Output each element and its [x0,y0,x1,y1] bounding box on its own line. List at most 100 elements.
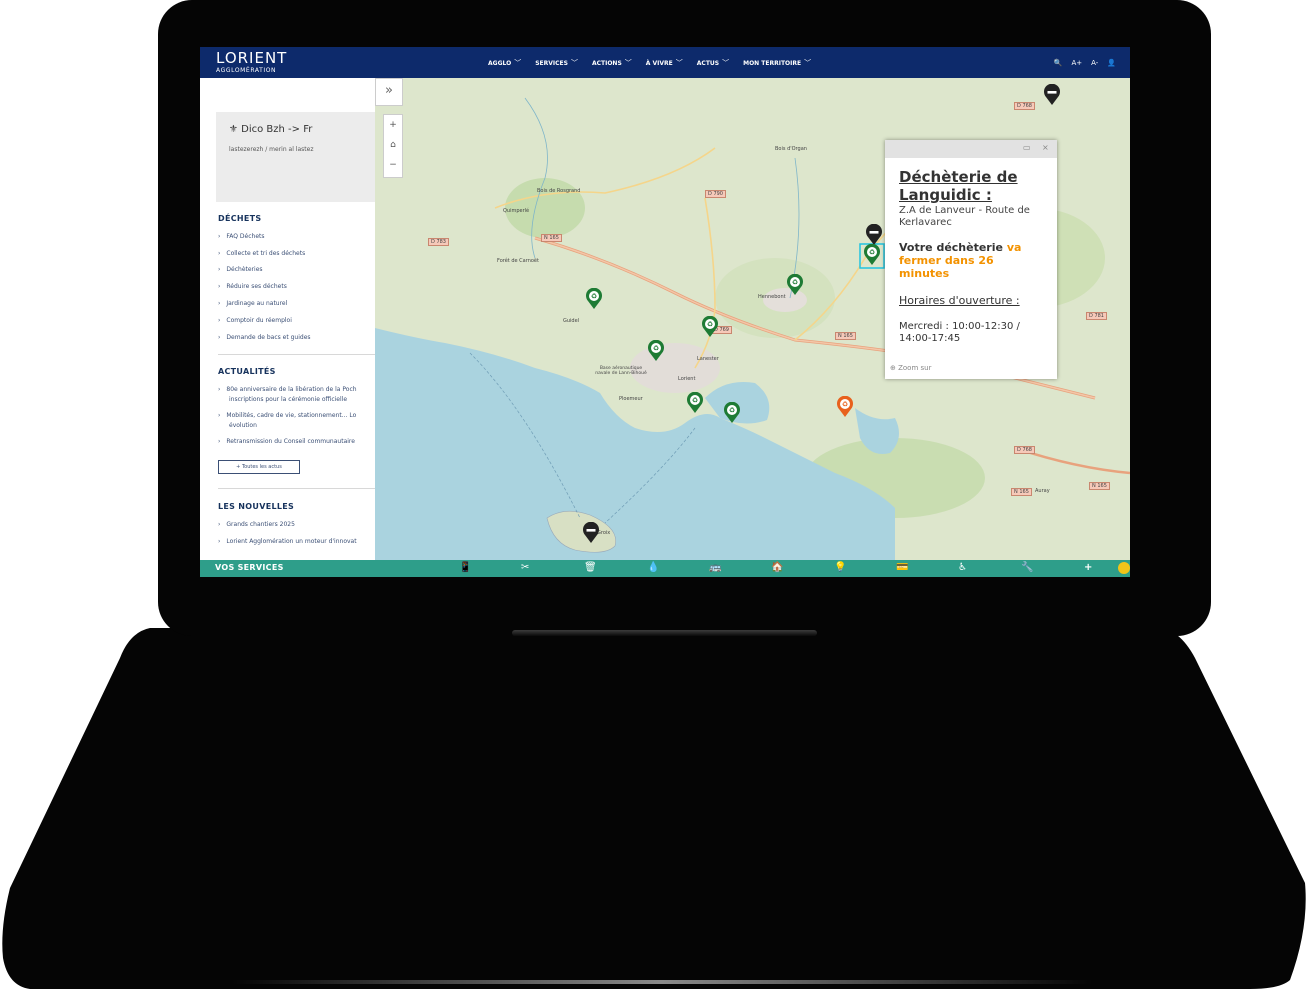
recycling-marker-icon[interactable]: ♻ [723,402,741,424]
chevron-right-icon: › [218,521,221,528]
chevron-right-icon: › [218,386,221,393]
site-logo[interactable]: LORIENT AGGLOMÉRATION [216,51,287,75]
road-label: D 781 [1086,312,1107,320]
bus-icon[interactable]: 🚌 [709,562,721,574]
svg-text:♻: ♻ [692,397,698,405]
status-prefix: Votre déchèterie [899,241,1003,254]
bulb-icon[interactable]: 💡 [834,562,846,574]
link-label: Retransmission du Conseil communautaire [226,438,355,445]
mobile-icon[interactable]: 📱 [459,562,471,574]
dico-subtitle: lastezerezh / merin al lastez [229,146,314,153]
popup-status: Votre déchèterie va fermer dans 26 minut… [899,241,1043,280]
chevron-right-icon: › [218,538,221,545]
map-place-label: Auray [1035,488,1050,494]
nav-item-mon-territoire[interactable]: MON TERRITOIRE ﹀ [743,58,811,68]
chevron-right-icon: › [218,250,221,257]
chat-bubble-icon[interactable] [1118,562,1130,574]
section-title-dechets: DÉCHETS [218,214,262,223]
news-link-cont[interactable]: évolution [229,422,257,429]
chevron-right-icon: › [218,266,221,273]
news-link[interactable]: › 80e anniversaire de la libération de la… [218,386,357,393]
closed-marker-icon[interactable] [582,522,600,544]
nav-label: ACTUS [696,59,720,67]
svg-text:♻: ♻ [869,249,875,257]
recycling-marker-icon[interactable]: ♻ [686,392,704,414]
nav-item-a-vivre[interactable]: À VIVRE ﹀ [646,58,683,68]
link-label: Réduire ses déchets [226,283,287,290]
font-decrease-button[interactable]: A- [1091,59,1098,67]
card-icon[interactable]: 💳 [896,562,908,574]
zoom-out-button[interactable]: − [384,155,402,175]
map-place-label: Forêt de Carnoët [497,258,539,264]
news-link-cont[interactable]: inscriptions pour la cérémonie officiell… [229,396,347,403]
user-icon[interactable]: 👤 [1107,59,1116,67]
map-place-label: Bois de Rosgrand [537,188,581,194]
nav-item-actions[interactable]: ACTIONS ﹀ [592,58,632,68]
link-label: FAQ Déchets [226,233,265,240]
laptop-edge-highlight [232,980,1092,984]
divider [218,354,375,355]
sidebar-link[interactable]: › FAQ Déchets [218,233,265,240]
close-icon[interactable]: × [1042,143,1049,152]
font-increase-button[interactable]: A+ [1071,59,1082,67]
closed-marker-icon[interactable] [865,224,883,246]
nav-item-actus[interactable]: ACTUS ﹀ [697,58,729,68]
news-link[interactable]: › Mobilités, cadre de vie, stationnement.… [218,412,356,419]
house-icon[interactable]: 🏠 [771,562,783,574]
scissors-icon[interactable]: ✂ [521,562,529,574]
sidebar-link[interactable]: › Jardinage au naturel [218,300,287,307]
chevron-right-icon: › [218,412,221,419]
svg-text:♻: ♻ [792,279,798,287]
dico-title: ⚜ Dico Bzh -> Fr [229,124,312,135]
expand-panel-button[interactable]: » [375,78,403,106]
laptop-hinge [512,630,817,636]
sidebar-link[interactable]: › Comptoir du réemploi [218,317,292,324]
recycling-marker-icon[interactable]: ♻ [701,316,719,338]
popup-address: Z.A de Lanveur - Route de Kerlavarec [899,205,1030,228]
map-controls: + ⌂ − [383,114,403,178]
plus-icon[interactable]: + [1084,562,1092,574]
sidebar-link[interactable]: › Réduire ses déchets [218,283,287,290]
news-link[interactable]: › Retransmission du Conseil communautaire [218,438,355,445]
screen: LORIENT AGGLOMÉRATION AGGLO ﹀ SERVICES ﹀ A… [200,47,1130,577]
sidebar-link[interactable]: › Lorient Agglomération un moteur d'innov… [218,538,357,545]
chevron-right-icon: › [218,300,221,307]
home-icon[interactable]: ⌂ [384,135,402,155]
sidebar-link[interactable]: › Collecte et tri des déchets [218,250,305,257]
recycling-marker-icon[interactable]: ♻ [786,274,804,296]
trash-icon[interactable]: 🗑 [584,562,597,574]
popup-title: Déchèterie de Languidic : [899,168,1018,204]
link-label: Comptoir du réemploi [226,317,292,324]
recycling-marker-icon[interactable]: ♻ [647,340,665,362]
map-place-label: Hennebont [758,294,786,300]
sidebar-link[interactable]: › Demande de bacs et guides [218,334,311,341]
nav-label: AGGLO [488,59,512,67]
accessibility-icon[interactable]: ♿ [958,562,967,574]
zoom-in-button[interactable]: + [384,115,402,135]
header-tools: 🔍 A+ A- 👤 [1054,47,1116,78]
road-label: D 783 [428,238,449,246]
chevron-down-icon: ﹀ [624,58,632,67]
section-title-nouvelles: LES NOUVELLES [218,502,295,511]
sidebar-link[interactable]: › Grands chantiers 2025 [218,521,295,528]
recycling-marker-icon[interactable]: ♻ [585,288,603,310]
wrench-icon[interactable]: 🔧 [1021,562,1033,574]
map-view[interactable]: Quimperlé Bois de Rosgrand Forêt de Carn… [375,78,1130,560]
search-icon[interactable]: 🔍 [1054,59,1063,67]
chevron-right-icon: › [218,233,221,240]
water-drop-icon[interactable]: 💧 [647,562,659,574]
map-place-label: Lanester [697,356,719,362]
nav-item-agglo[interactable]: AGGLO ﹀ [488,58,521,68]
sidebar-link[interactable]: › Déchèteries [218,266,263,273]
road-label: D 768 [1014,446,1035,454]
maximize-icon[interactable]: ▭ [1023,143,1031,152]
popup-hours-title: Horaires d'ouverture : [899,294,1020,307]
selected-recycling-marker-icon[interactable]: ♻ [863,244,881,266]
nav-item-services[interactable]: SERVICES ﹀ [535,58,578,68]
closed-marker-icon[interactable] [1043,84,1061,106]
hermine-icon: ⚜ [229,124,242,135]
all-news-button[interactable]: + Toutes les actus [218,460,300,474]
closing-soon-marker-icon[interactable]: ♻ [836,396,854,418]
zoom-to-link[interactable]: ⊕ Zoom sur [890,364,931,372]
sidebar: ⚜ Dico Bzh -> Fr lastezerezh / merin al … [200,78,375,560]
